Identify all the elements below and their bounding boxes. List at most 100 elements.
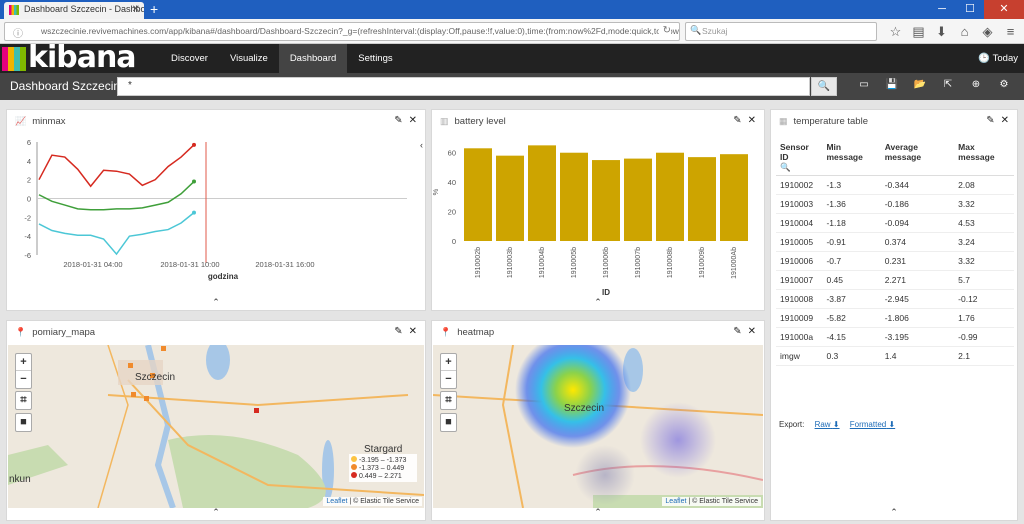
minimize-icon[interactable]: ─ bbox=[928, 0, 956, 19]
browser-search-input[interactable]: 🔍 Szukaj bbox=[685, 22, 877, 41]
x-axis-label: ID bbox=[602, 288, 610, 297]
table-cell: 0.374 bbox=[880, 232, 955, 252]
window-close-icon[interactable]: ✕ bbox=[984, 0, 1024, 19]
add-panel-icon[interactable]: ⊕ bbox=[962, 79, 990, 90]
y-tick-label: 2 bbox=[27, 176, 31, 185]
map-city-label: Szczecin bbox=[135, 372, 176, 383]
bar bbox=[624, 158, 652, 241]
close-icon[interactable]: ✕ bbox=[748, 326, 756, 337]
panel-title: 📈 minmax bbox=[15, 116, 65, 127]
site-info-icon[interactable]: ⓘ bbox=[13, 25, 23, 40]
y-tick-label: -6 bbox=[24, 251, 31, 260]
table-row: 1910007 0.45 2.271 5.7 bbox=[776, 270, 1014, 290]
panel-heatmap: 📍 heatmap ✎ ✕ Szczecin + − ⌗ ■ Leaflet | ©… bbox=[431, 320, 765, 521]
chevron-up-icon[interactable]: ⌃ bbox=[594, 297, 602, 308]
leaflet-link[interactable]: Leaflet bbox=[665, 498, 686, 505]
map-marker[interactable] bbox=[144, 396, 149, 401]
query-input[interactable]: * bbox=[117, 77, 810, 96]
zoom-out-button[interactable]: − bbox=[16, 371, 31, 388]
crop-icon[interactable]: ⌗ bbox=[441, 392, 456, 409]
time-picker[interactable]: 🕒 Today bbox=[978, 44, 1018, 73]
square-icon[interactable]: ■ bbox=[16, 414, 31, 431]
column-header-sensor-id[interactable]: Sensor ID 🔍 bbox=[776, 140, 823, 176]
edit-icon[interactable]: ✎ bbox=[394, 326, 402, 337]
legend-label: -1.373 – 0.449 bbox=[358, 465, 405, 472]
table-cell: -0.91 bbox=[822, 232, 881, 252]
legend-item: -3.195 – -1.373 bbox=[351, 456, 415, 464]
search-icon[interactable]: 🔍 bbox=[780, 162, 791, 172]
new-dashboard-icon[interactable]: ▭ bbox=[850, 79, 878, 90]
nav-settings[interactable]: Settings bbox=[347, 44, 403, 73]
panel-controls: ✎ ✕ bbox=[727, 115, 756, 126]
zoom-in-button[interactable]: + bbox=[16, 354, 31, 371]
nav-dashboard[interactable]: Dashboard bbox=[278, 44, 348, 73]
legend-toggle-icon[interactable]: ‹ bbox=[420, 140, 423, 150]
kibana-logo[interactable]: kibana bbox=[0, 40, 152, 75]
home-icon[interactable]: ⌂ bbox=[953, 23, 976, 40]
table-cell: -1.3 bbox=[822, 175, 881, 195]
x-tick-label: 1910005b bbox=[571, 247, 578, 278]
column-header-min[interactable]: Min message bbox=[822, 140, 881, 176]
table-row: imgw 0.3 1.4 2.1 bbox=[776, 346, 1014, 366]
address-bar[interactable]: ⓘ wszczecinie.revivemachines.com/app/kib… bbox=[4, 22, 680, 41]
column-header-max[interactable]: Max message bbox=[954, 140, 1014, 176]
export-raw-label: Raw bbox=[814, 420, 831, 429]
browser-tab[interactable]: Dashboard Szczecin - Dashbo... ✕ bbox=[4, 2, 144, 19]
browser-tab-bar: Dashboard Szczecin - Dashbo... ✕ + ─ ☐ ✕ bbox=[0, 0, 1024, 19]
table-row: 1910002 -1.3 -0.344 2.08 bbox=[776, 175, 1014, 195]
menu-icon[interactable]: ≡ bbox=[999, 23, 1022, 40]
export-formatted-link[interactable]: Formatted ⬇ bbox=[850, 420, 895, 429]
bookmark-star-icon[interactable]: ☆ bbox=[884, 23, 907, 40]
chevron-up-icon[interactable]: ⌃ bbox=[594, 507, 602, 518]
close-icon[interactable]: ✕ bbox=[409, 115, 417, 126]
pocket-icon[interactable]: ◈ bbox=[976, 23, 999, 40]
square-icon[interactable]: ■ bbox=[441, 414, 456, 431]
nav-visualize[interactable]: Visualize bbox=[219, 44, 279, 73]
edit-icon[interactable]: ✎ bbox=[733, 326, 741, 337]
reload-icon[interactable]: ↻ bbox=[658, 25, 671, 36]
close-icon[interactable]: ✕ bbox=[1001, 115, 1009, 126]
chevron-up-icon[interactable]: ⌃ bbox=[212, 507, 220, 518]
map-marker[interactable] bbox=[254, 408, 259, 413]
new-tab-icon[interactable]: + bbox=[150, 1, 158, 17]
panel-controls: ✎ ✕ bbox=[388, 115, 417, 126]
crop-icon[interactable]: ⌗ bbox=[16, 392, 31, 409]
save-dashboard-icon[interactable]: 💾 bbox=[878, 79, 906, 90]
y-tick-label: -4 bbox=[24, 232, 31, 241]
options-gear-icon[interactable]: ⚙ bbox=[990, 79, 1018, 90]
close-icon[interactable]: ✕ bbox=[409, 326, 417, 337]
zoom-in-button[interactable]: + bbox=[441, 354, 456, 371]
y-axis-label: % bbox=[432, 188, 440, 195]
line-chart-icon: 📈 bbox=[15, 116, 27, 126]
edit-icon[interactable]: ✎ bbox=[986, 115, 994, 126]
map-marker[interactable] bbox=[128, 363, 133, 368]
legend-swatch-icon bbox=[351, 456, 357, 462]
open-dashboard-icon[interactable]: 📂 bbox=[906, 79, 934, 90]
reading-list-icon[interactable]: ▤ bbox=[907, 23, 930, 40]
map-marker[interactable] bbox=[131, 392, 136, 397]
map-attribution: Leaflet | © Elastic Tile Service bbox=[662, 497, 761, 506]
series-line bbox=[38, 212, 195, 256]
export-raw-link[interactable]: Raw ⬇ bbox=[815, 420, 840, 429]
share-icon[interactable]: ⇱ bbox=[934, 79, 962, 90]
table-cell: -4.15 bbox=[822, 327, 881, 347]
chevron-up-icon[interactable]: ⌃ bbox=[890, 507, 898, 518]
zoom-out-button[interactable]: − bbox=[441, 371, 456, 388]
nav-discover[interactable]: Discover bbox=[160, 44, 219, 73]
download-icon[interactable]: ⬇ bbox=[930, 23, 953, 40]
close-icon[interactable]: ✕ bbox=[748, 115, 756, 126]
map-marker[interactable] bbox=[161, 346, 166, 351]
edit-icon[interactable]: ✎ bbox=[733, 115, 741, 126]
query-search-button[interactable]: 🔍 bbox=[811, 77, 837, 96]
download-icon: ⬇ bbox=[832, 420, 840, 429]
column-header-average[interactable]: Average message bbox=[880, 140, 955, 176]
map-area[interactable]: Szczecin Stargard nkun -3.195 – -1.373 -… bbox=[8, 345, 424, 508]
chevron-up-icon[interactable]: ⌃ bbox=[212, 297, 220, 308]
close-tab-icon[interactable]: ✕ bbox=[132, 4, 140, 15]
panel-controls: ✎ ✕ bbox=[727, 326, 756, 337]
leaflet-link[interactable]: Leaflet bbox=[326, 498, 347, 505]
maximize-icon[interactable]: ☐ bbox=[956, 0, 984, 19]
edit-icon[interactable]: ✎ bbox=[394, 115, 402, 126]
map-area[interactable]: Szczecin + − ⌗ ■ Leaflet | © Elastic Til… bbox=[433, 345, 763, 508]
table-cell: -0.99 bbox=[954, 327, 1014, 347]
